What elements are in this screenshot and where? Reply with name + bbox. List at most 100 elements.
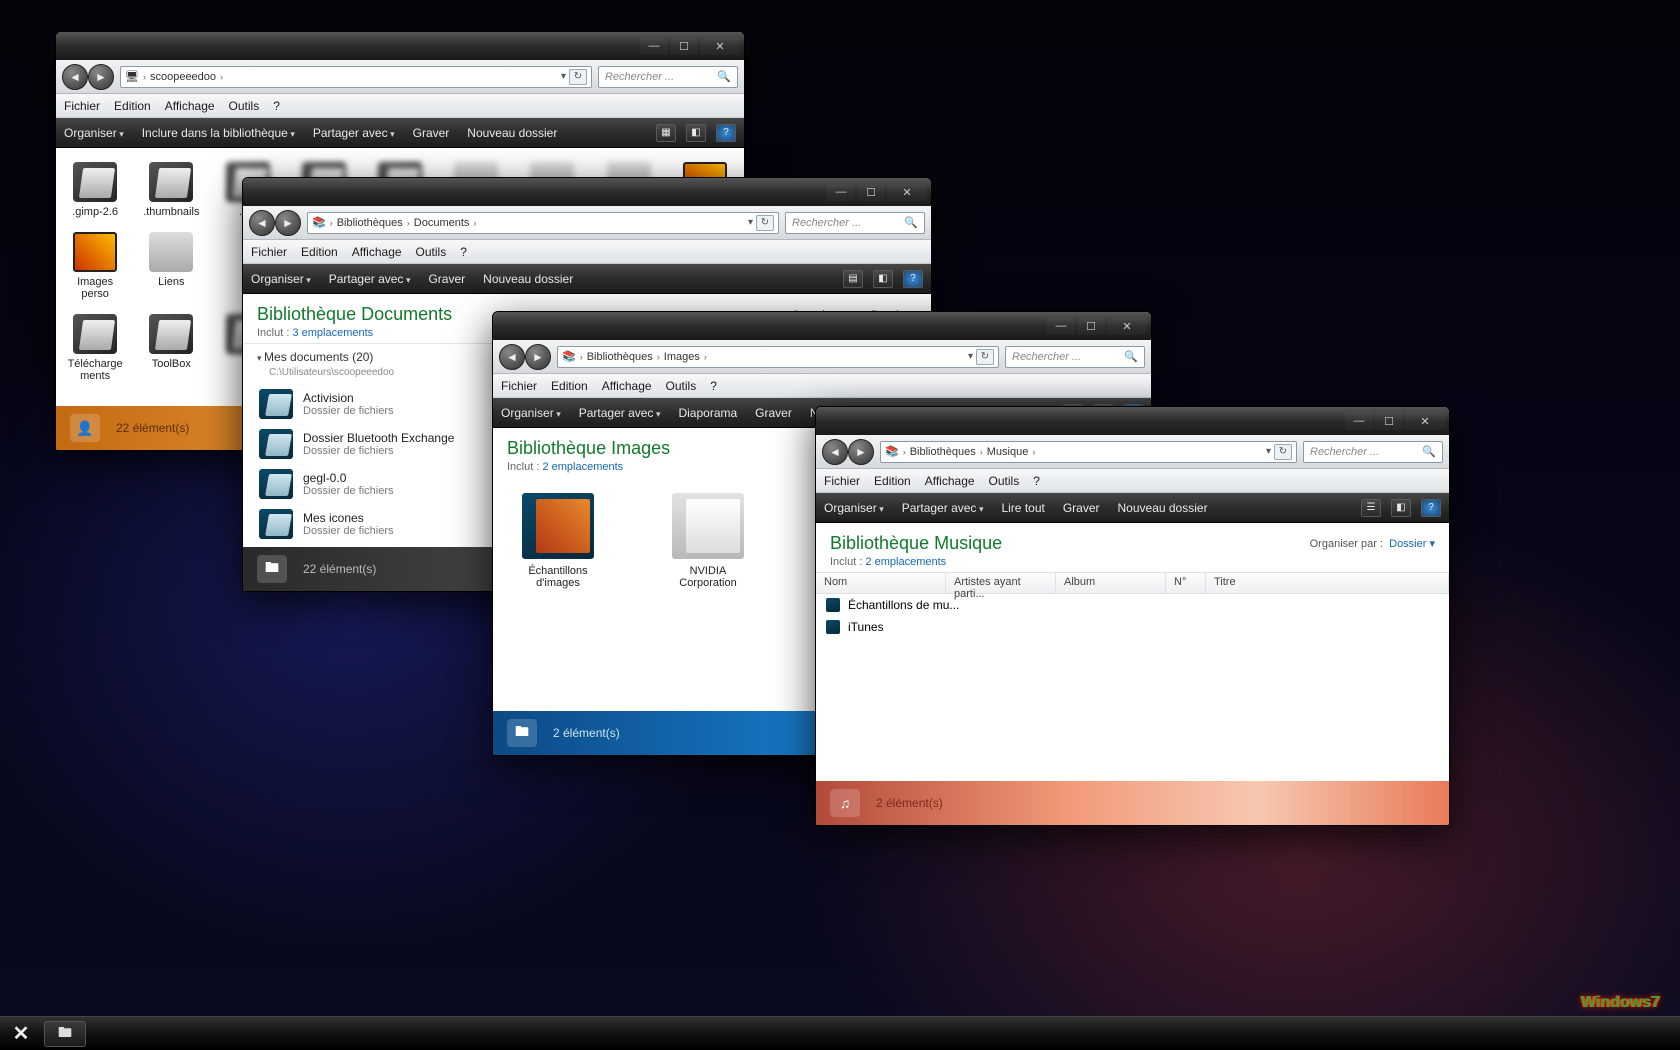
breadcrumb-seg[interactable]: Bibliothèques xyxy=(910,446,976,458)
menu-fichier[interactable]: Fichier xyxy=(251,245,287,259)
tool-share[interactable]: Partager avec xyxy=(902,501,984,515)
list-item[interactable]: Échantillons de mu... xyxy=(816,594,1449,616)
forward-button[interactable]: ► xyxy=(848,439,874,465)
preview-pane-icon[interactable]: ◧ xyxy=(873,270,893,288)
refresh-button[interactable]: ↻ xyxy=(1274,444,1292,460)
close-button[interactable]: ✕ xyxy=(1405,412,1445,430)
forward-button[interactable]: ► xyxy=(88,64,114,90)
tool-burn[interactable]: Graver xyxy=(755,406,792,420)
tool-organiser[interactable]: Organiser xyxy=(824,501,884,515)
view-options-icon[interactable]: ▤ xyxy=(843,270,863,288)
start-button[interactable]: ✕ xyxy=(6,1021,36,1047)
menu-affichage[interactable]: Affichage xyxy=(165,99,215,113)
taskbar-explorer-button[interactable]: 🖿 xyxy=(44,1021,86,1047)
forward-button[interactable]: ► xyxy=(525,344,551,370)
tool-organiser[interactable]: Organiser xyxy=(251,272,311,286)
menu-aide[interactable]: ? xyxy=(710,379,717,393)
search-input[interactable]: Rechercher ...🔍 xyxy=(598,66,738,88)
close-button[interactable]: ✕ xyxy=(1107,317,1147,335)
minimize-button[interactable]: — xyxy=(640,37,668,55)
locations-link[interactable]: 3 emplacements xyxy=(292,327,373,339)
column-headers[interactable]: Nom Artistes ayant parti... Album N° Tit… xyxy=(816,572,1449,594)
folder-item[interactable]: ToolBox xyxy=(136,310,206,386)
address-bar[interactable]: 📚› Bibliothèques› Images› ▾↻ xyxy=(557,346,999,368)
breadcrumb-seg[interactable]: Bibliothèques xyxy=(587,351,653,363)
folder-item[interactable]: Images perso xyxy=(60,228,130,304)
menu-edition[interactable]: Edition xyxy=(301,245,338,259)
menu-aide[interactable]: ? xyxy=(460,245,467,259)
tool-burn[interactable]: Graver xyxy=(1063,501,1100,515)
help-icon[interactable]: ? xyxy=(716,124,736,142)
menu-outils[interactable]: Outils xyxy=(229,99,260,113)
tool-organiser[interactable]: Organiser xyxy=(501,406,561,420)
back-button[interactable]: ◄ xyxy=(822,439,848,465)
tool-newfolder[interactable]: Nouveau dossier xyxy=(1118,501,1208,515)
tool-share[interactable]: Partager avec xyxy=(329,272,411,286)
menu-edition[interactable]: Edition xyxy=(114,99,151,113)
help-icon[interactable]: ? xyxy=(903,270,923,288)
back-button[interactable]: ◄ xyxy=(62,64,88,90)
window-titlebar[interactable]: — ☐ ✕ xyxy=(56,32,744,60)
menu-outils[interactable]: Outils xyxy=(666,379,697,393)
forward-button[interactable]: ► xyxy=(275,210,301,236)
address-bar[interactable]: 📚› Bibliothèques› Musique› ▾↻ xyxy=(880,441,1297,463)
back-button[interactable]: ◄ xyxy=(499,344,525,370)
view-options-icon[interactable]: ▦ xyxy=(656,124,676,142)
refresh-button[interactable]: ↻ xyxy=(976,349,994,365)
breadcrumb-seg[interactable]: Bibliothèques xyxy=(337,217,403,229)
folder-item[interactable]: .gimp-2.6 xyxy=(60,158,130,222)
maximize-button[interactable]: ☐ xyxy=(670,37,698,55)
tool-include[interactable]: Inclure dans la bibliothèque xyxy=(142,126,295,140)
help-icon[interactable]: ? xyxy=(1421,499,1441,517)
breadcrumb-seg[interactable]: Musique xyxy=(987,446,1029,458)
close-button[interactable]: ✕ xyxy=(887,183,927,201)
search-input[interactable]: Rechercher ...🔍 xyxy=(1005,346,1145,368)
tool-diaporama[interactable]: Diaporama xyxy=(678,406,737,420)
menu-affichage[interactable]: Affichage xyxy=(925,474,975,488)
folder-item[interactable]: .thumbnails xyxy=(136,158,206,222)
window-titlebar[interactable]: — ☐ ✕ xyxy=(816,407,1449,435)
tool-share[interactable]: Partager avec xyxy=(579,406,661,420)
tool-share[interactable]: Partager avec xyxy=(313,126,395,140)
breadcrumb-seg[interactable]: Images xyxy=(664,351,700,363)
menu-fichier[interactable]: Fichier xyxy=(501,379,537,393)
window-titlebar[interactable]: — ☐ ✕ xyxy=(493,312,1151,340)
menu-edition[interactable]: Edition xyxy=(551,379,588,393)
menu-aide[interactable]: ? xyxy=(273,99,280,113)
preview-pane-icon[interactable]: ◧ xyxy=(686,124,706,142)
menu-outils[interactable]: Outils xyxy=(416,245,447,259)
folder-item[interactable]: NVIDIA Corporation xyxy=(663,493,753,589)
menu-affichage[interactable]: Affichage xyxy=(352,245,402,259)
tool-burn[interactable]: Graver xyxy=(413,126,450,140)
tool-organiser[interactable]: Organiser xyxy=(64,126,124,140)
folder-item[interactable]: Échantillons d'images xyxy=(513,493,603,589)
maximize-button[interactable]: ☐ xyxy=(857,183,885,201)
menu-aide[interactable]: ? xyxy=(1033,474,1040,488)
back-button[interactable]: ◄ xyxy=(249,210,275,236)
view-options-icon[interactable]: ☰ xyxy=(1361,499,1381,517)
tool-burn[interactable]: Graver xyxy=(428,272,465,286)
locations-link[interactable]: 2 emplacements xyxy=(865,556,946,568)
refresh-button[interactable]: ↻ xyxy=(756,215,774,231)
search-input[interactable]: Rechercher ...🔍 xyxy=(785,212,925,234)
list-item[interactable]: iTunes xyxy=(816,616,1449,638)
minimize-button[interactable]: — xyxy=(1345,412,1373,430)
maximize-button[interactable]: ☐ xyxy=(1375,412,1403,430)
close-button[interactable]: ✕ xyxy=(700,37,740,55)
tool-playall[interactable]: Lire tout xyxy=(1001,501,1044,515)
minimize-button[interactable]: — xyxy=(827,183,855,201)
menu-fichier[interactable]: Fichier xyxy=(824,474,860,488)
menu-affichage[interactable]: Affichage xyxy=(602,379,652,393)
address-bar[interactable]: 🖥› scoopeeedoo› ▾↻ xyxy=(120,66,592,88)
menu-edition[interactable]: Edition xyxy=(874,474,911,488)
address-bar[interactable]: 📚› Bibliothèques› Documents› ▾↻ xyxy=(307,212,779,234)
tool-newfolder[interactable]: Nouveau dossier xyxy=(483,272,573,286)
breadcrumb-seg[interactable]: Documents xyxy=(414,217,470,229)
breadcrumb-seg[interactable]: scoopeeedoo xyxy=(150,71,216,83)
refresh-button[interactable]: ↻ xyxy=(569,69,587,85)
arrange-by[interactable]: Organiser par : Dossier ▾ xyxy=(1310,537,1435,550)
folder-item[interactable]: Liens xyxy=(136,228,206,304)
minimize-button[interactable]: — xyxy=(1047,317,1075,335)
folder-item[interactable]: Télécharge ments xyxy=(60,310,130,386)
window-titlebar[interactable]: — ☐ ✕ xyxy=(243,178,931,206)
